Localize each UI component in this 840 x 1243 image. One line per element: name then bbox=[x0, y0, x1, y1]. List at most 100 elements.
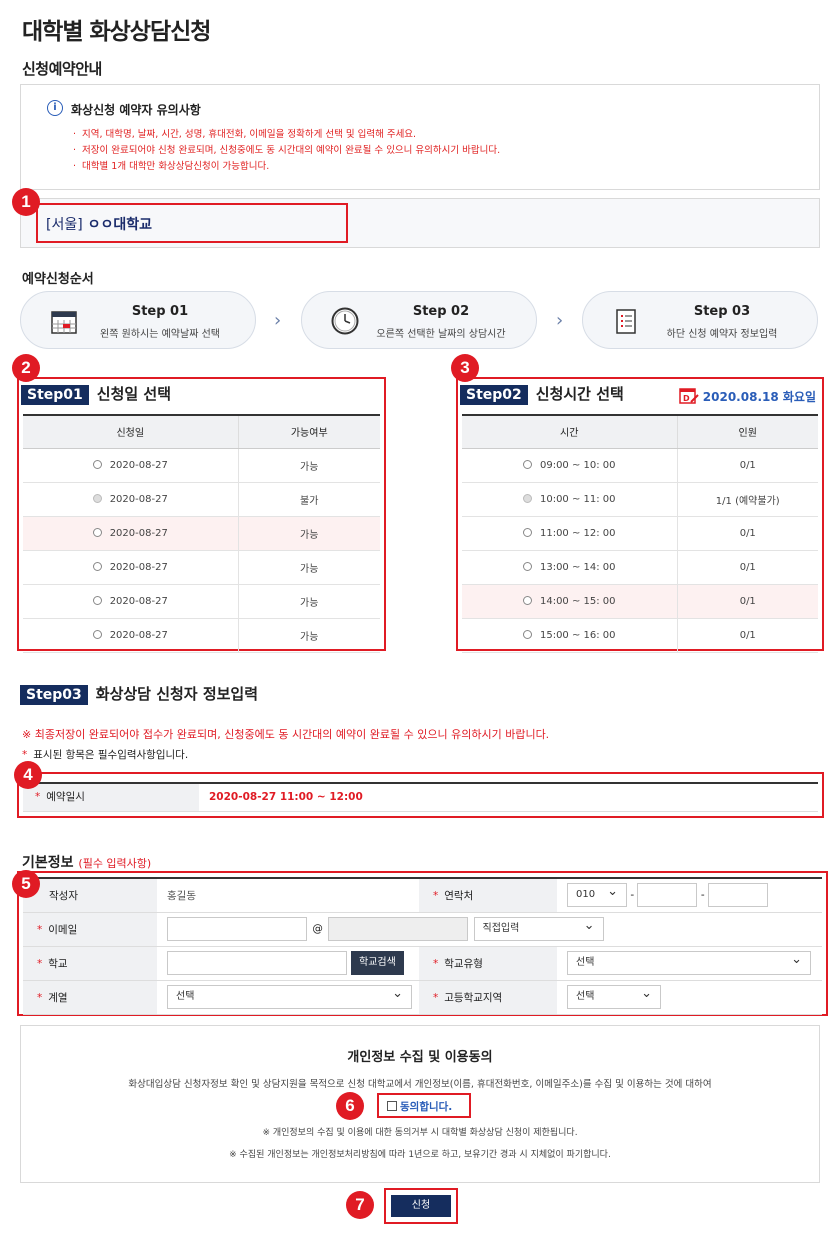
radio-button[interactable] bbox=[522, 629, 532, 639]
table-row[interactable]: 2020-08-27 가능 bbox=[23, 618, 380, 653]
notice-item: 지역, 대학명, 날짜, 시간, 성명, 휴대전화, 이메일을 정확하게 선택 … bbox=[73, 127, 500, 143]
table-row[interactable]: 13:00 ~ 14: 00 0/1 bbox=[462, 550, 818, 585]
school-search-button[interactable]: 학교검색 bbox=[351, 951, 404, 975]
order-title: 예약신청순서 bbox=[22, 272, 94, 287]
availability-cell: 불가 bbox=[238, 482, 380, 517]
option-cell[interactable]: 2020-08-27 bbox=[23, 550, 239, 585]
option-cell[interactable]: 2020-08-27 bbox=[23, 516, 239, 551]
option-cell[interactable]: 2020-08-27 bbox=[23, 448, 239, 483]
table-row[interactable]: 2020-08-27 가능 bbox=[23, 550, 380, 585]
table-row[interactable]: 14:00 ~ 15: 00 0/1 bbox=[462, 584, 818, 619]
notice-item: 저장이 완료되어야 신청 완료되며, 신청중에도 동 시간대의 예약이 완료될 … bbox=[73, 143, 500, 159]
track-field: 선택 bbox=[157, 980, 419, 1015]
annotation-badge-2: 2 bbox=[12, 354, 40, 382]
column-header: 가능여부 bbox=[238, 416, 380, 449]
option-cell[interactable]: 2020-08-27 bbox=[23, 618, 239, 653]
option-cell[interactable]: 14:00 ~ 15: 00 bbox=[462, 584, 678, 619]
annotation-badge-1: 1 bbox=[12, 188, 40, 216]
option-cell[interactable]: 2020-08-27 bbox=[23, 584, 239, 619]
phone-middle-input[interactable] bbox=[637, 883, 698, 908]
guide-title: 신청예약안내 bbox=[22, 60, 102, 78]
dash: - bbox=[700, 889, 705, 902]
availability-cell: 가능 bbox=[238, 550, 380, 585]
table-row[interactable]: 09:00 ~ 10: 00 0/1 bbox=[462, 448, 818, 483]
option-cell[interactable]: 10:00 ~ 11: 00 bbox=[462, 482, 678, 517]
column-header: 시간 bbox=[462, 416, 678, 449]
option-cell[interactable]: 15:00 ~ 16: 00 bbox=[462, 618, 678, 653]
radio-button[interactable] bbox=[522, 459, 532, 469]
reservation-value: 2020-08-27 11:00 ~ 12:00 bbox=[209, 791, 363, 803]
phone-last-input[interactable] bbox=[707, 883, 768, 908]
track-label: * 계열 bbox=[23, 980, 157, 1015]
availability-cell: 0/1 bbox=[677, 516, 818, 551]
step01-panel: Step01 신청일 선택 신청일 가능여부 2020-08-27 가능 2020-08… bbox=[17, 377, 386, 653]
option-cell[interactable]: 09:00 ~ 10: 00 bbox=[462, 448, 678, 483]
consent-desc: 화상대입상담 신청자정보 확인 및 상담지원을 목적으로 신청 대학교에서 개인… bbox=[128, 1079, 712, 1090]
availability-cell: 1/1 (예약불가) bbox=[677, 482, 818, 517]
table-row[interactable]: 10:00 ~ 11: 00 1/1 (예약불가) bbox=[462, 482, 818, 517]
radio-button[interactable] bbox=[522, 561, 532, 571]
consent-title: 개인정보 수집 및 이용동의 bbox=[347, 1050, 493, 1065]
warning-text: ※ 최종저장이 완료되어야 접수가 완료되며, 신청중에도 동 시간대의 예약이… bbox=[22, 728, 550, 741]
radio-button[interactable] bbox=[92, 561, 102, 571]
basic-info-title: 기본정보 (필수 입력사항) bbox=[22, 855, 152, 871]
table-row[interactable]: 15:00 ~ 16: 00 0/1 bbox=[462, 618, 818, 653]
availability-cell: 가능 bbox=[238, 584, 380, 619]
option-label: 2020-08-27 bbox=[109, 527, 168, 539]
table-row[interactable]: 11:00 ~ 12: 00 0/1 bbox=[462, 516, 818, 551]
radio-button[interactable] bbox=[522, 595, 532, 605]
school-label: * 학교 bbox=[23, 946, 157, 981]
option-cell[interactable]: 11:00 ~ 12: 00 bbox=[462, 516, 678, 551]
step01-heading: Step01 신청일 선택 bbox=[21, 383, 171, 405]
info-icon: i bbox=[47, 100, 63, 116]
option-label: 2020-08-27 bbox=[109, 595, 168, 607]
table-row[interactable]: 2020-08-27 가능 bbox=[23, 448, 380, 483]
contact-field: 010 - - bbox=[557, 878, 822, 913]
hs-region-select[interactable]: 선택 bbox=[567, 983, 661, 1009]
table-row[interactable]: 2020-08-27 가능 bbox=[23, 516, 380, 551]
radio-button[interactable] bbox=[92, 595, 102, 605]
table-row[interactable]: 2020-08-27 가능 bbox=[23, 584, 380, 619]
radio-button[interactable] bbox=[522, 527, 532, 537]
step-desc: 하단 신청 예약자 정보입력 bbox=[666, 329, 778, 340]
option-label: 11:00 ~ 12: 00 bbox=[539, 527, 616, 539]
at-sign: @ bbox=[312, 923, 323, 935]
radio-button[interactable] bbox=[92, 527, 102, 537]
option-label: 10:00 ~ 11: 00 bbox=[539, 493, 616, 505]
option-cell[interactable]: 13:00 ~ 14: 00 bbox=[462, 550, 678, 585]
table-row[interactable]: 2020-08-27 불가 bbox=[23, 482, 380, 517]
option-cell[interactable]: 2020-08-27 bbox=[23, 482, 239, 517]
step-desc: 왼쪽 원하시는 예약날짜 선택 bbox=[100, 329, 220, 340]
email-domain-select[interactable]: 직접입력 bbox=[473, 915, 604, 941]
email-label: * 이메일 bbox=[23, 912, 157, 947]
step03-heading: Step03 화상상담 신청자 정보입력 bbox=[20, 683, 258, 705]
reservation-label: * 예약일시 bbox=[23, 784, 199, 811]
radio-button[interactable] bbox=[92, 459, 102, 469]
email-field: @ 직접입력 bbox=[157, 912, 822, 947]
phone-prefix-select[interactable]: 010 bbox=[567, 881, 627, 908]
step-desc: 오른쪽 선택한 날짜의 상담시간 bbox=[376, 329, 506, 340]
availability-cell: 가능 bbox=[238, 448, 380, 483]
annotation-badge-6: 6 bbox=[336, 1092, 364, 1120]
reservation-panel: * 예약일시 2020-08-27 11:00 ~ 12:00 bbox=[17, 772, 824, 818]
email-id-input[interactable] bbox=[167, 917, 307, 941]
school-input[interactable] bbox=[167, 951, 347, 975]
option-label: 15:00 ~ 16: 00 bbox=[539, 629, 616, 641]
option-label: 14:00 ~ 15: 00 bbox=[539, 595, 616, 607]
step-title: Step 02 bbox=[412, 304, 470, 319]
consent-note-1: ※ 개인정보의 수집 및 이용에 대한 동의거부 시 대학별 화상상담 신청이 … bbox=[262, 1128, 578, 1138]
page-title: 대학별 화상상담신청 bbox=[22, 19, 211, 45]
radio-button bbox=[522, 493, 532, 503]
availability-cell: 0/1 bbox=[677, 618, 818, 653]
svg-text:D: D bbox=[683, 394, 690, 403]
email-domain-input[interactable] bbox=[328, 917, 469, 941]
track-select[interactable]: 선택 bbox=[167, 983, 412, 1009]
annotation-badge-7: 7 bbox=[346, 1191, 374, 1219]
agree-checkbox[interactable]: 동의합니다. bbox=[387, 1099, 452, 1114]
submit-highlight: 신청 bbox=[384, 1188, 458, 1224]
school-type-select[interactable]: 선택 bbox=[567, 949, 811, 975]
school-field: 학교검색 bbox=[157, 946, 419, 981]
submit-button[interactable]: 신청 bbox=[391, 1195, 451, 1217]
radio-button[interactable] bbox=[92, 629, 102, 639]
chevron-right-icon: › bbox=[274, 310, 282, 331]
